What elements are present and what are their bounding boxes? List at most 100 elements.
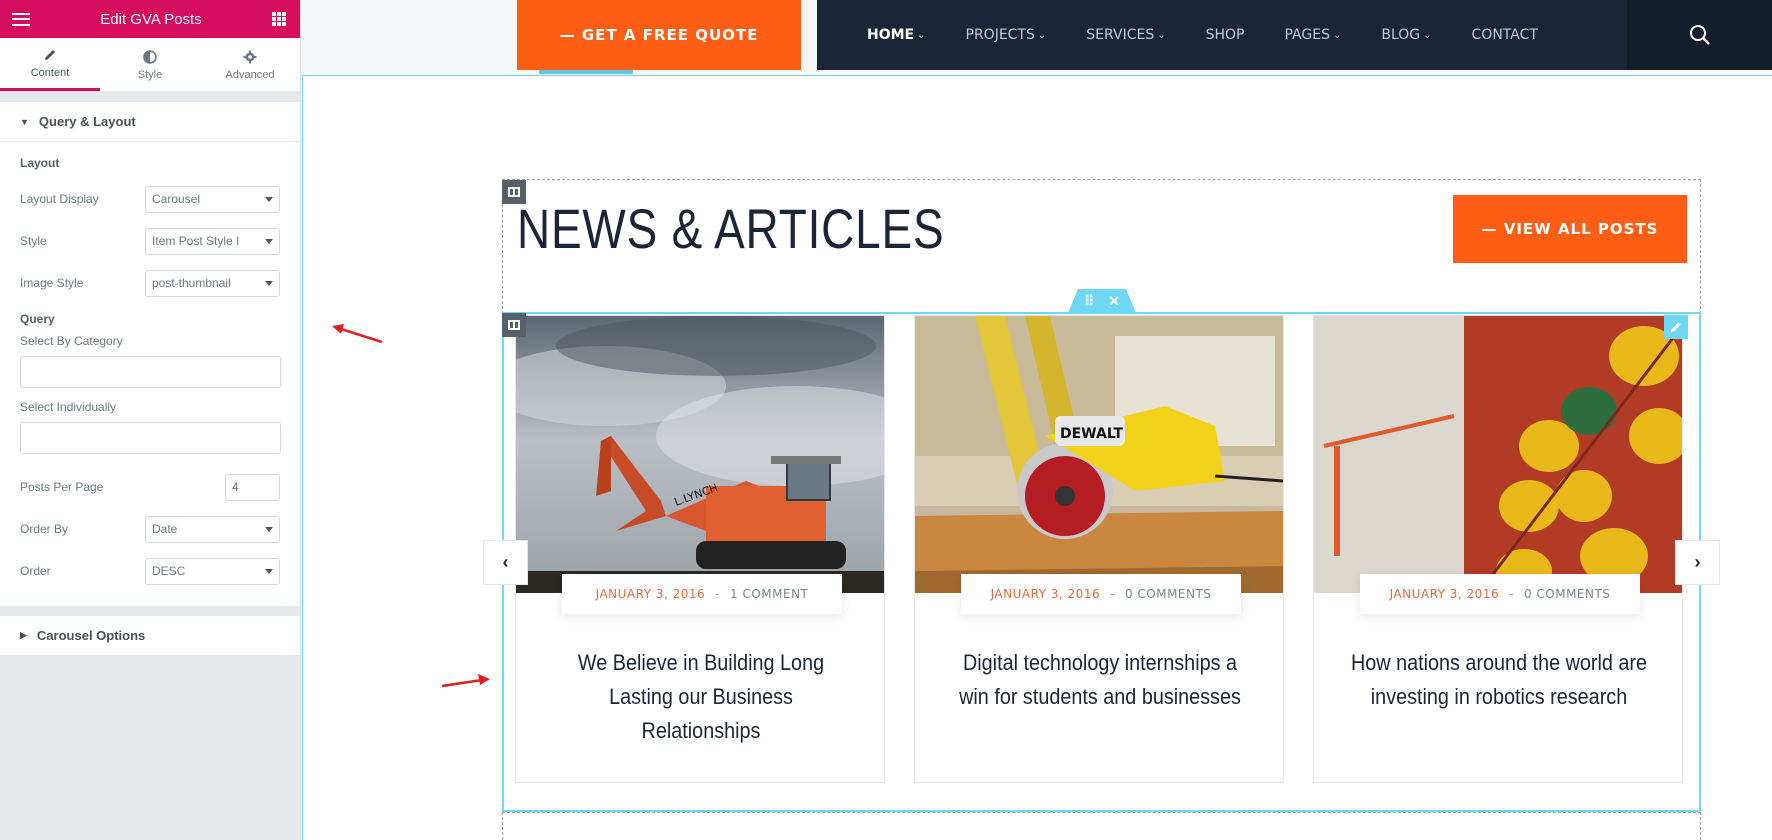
meta-separator: - xyxy=(715,587,720,601)
style-select[interactable]: Item Post Style I xyxy=(145,227,280,255)
order-by-control: Order By Date xyxy=(20,508,280,550)
nav-item-blog[interactable]: BLOG ⌄ xyxy=(1381,0,1431,70)
nav-item-pages[interactable]: PAGES ⌄ xyxy=(1285,0,1342,70)
post-date[interactable]: JANUARY 3, 2016 xyxy=(991,587,1101,601)
panel-tabs: Content Style Advanced xyxy=(0,38,300,92)
order-select[interactable]: DESC xyxy=(145,557,280,585)
post-comments[interactable]: 0 COMMENTS xyxy=(1524,587,1611,601)
nav-item-shop[interactable]: SHOP xyxy=(1206,0,1245,70)
order-by-select[interactable]: Date xyxy=(145,515,280,543)
layout-display-select[interactable]: Carousel xyxy=(145,185,280,213)
section-query-layout[interactable]: ▼ Query & Layout xyxy=(0,102,300,142)
nav-item-projects-label: PROJECTS xyxy=(965,27,1035,43)
edit-widget-button[interactable] xyxy=(1664,315,1688,339)
chevron-right-icon: › xyxy=(1694,552,1701,572)
nav-item-contact[interactable]: CONTACT xyxy=(1472,0,1538,70)
post-meta: JANUARY 3, 2016 - 1 COMMENT xyxy=(562,574,842,614)
meta-separator: - xyxy=(1110,587,1115,601)
panel-header: Edit GVA Posts xyxy=(0,0,300,38)
dropdown-arrow-icon xyxy=(265,568,273,574)
post-comments[interactable]: 1 COMMENT xyxy=(730,587,808,601)
chevron-down-icon: ⌄ xyxy=(1037,29,1047,41)
chevron-down-icon: ⌄ xyxy=(1423,29,1432,41)
gear-icon xyxy=(243,50,257,63)
chevron-left-icon: ‹ xyxy=(502,552,509,572)
select-individually-label: Select Individually xyxy=(20,400,117,414)
style-label: Style xyxy=(20,234,47,248)
tab-advanced-label: Advanced xyxy=(225,68,275,81)
section-carousel-options-title: Carousel Options xyxy=(36,628,146,643)
posts-per-page-control: Posts Per Page 4 xyxy=(20,466,280,508)
query-layout-body: Layout Layout Display Carousel Style Ite… xyxy=(0,142,300,606)
hard-hats-image[interactable] xyxy=(1314,316,1682,593)
carousel-next-button[interactable]: › xyxy=(1675,540,1720,585)
post-date[interactable]: JANUARY 3, 2016 xyxy=(1390,587,1500,601)
nav-item-contact-label: CONTACT xyxy=(1471,27,1538,43)
post-meta: JANUARY 3, 2016 - 0 COMMENTS xyxy=(1360,574,1640,614)
circular-saw-image[interactable]: DEWALT xyxy=(915,316,1283,593)
widgets-grid-icon[interactable] xyxy=(272,12,286,26)
post-card[interactable]: DEWALT JANUARY 3, 2016 - 0 COMMENTS Digi… xyxy=(914,315,1284,783)
svg-text:DEWALT: DEWALT xyxy=(1060,426,1123,442)
annotation-arrow-icon xyxy=(441,674,490,688)
pencil-icon xyxy=(1670,322,1681,333)
excavator-image[interactable]: L.LYNCH xyxy=(516,316,884,593)
select-by-category-input[interactable] xyxy=(20,356,281,388)
section-handle[interactable]: ⠿ ✕ xyxy=(1068,289,1136,313)
post-title[interactable]: How nations around the world are investi… xyxy=(1351,646,1648,714)
image-style-value: post-thumbnail xyxy=(152,276,231,290)
nav-item-services[interactable]: SERVICES ⌄ xyxy=(1086,0,1165,70)
nav-item-home[interactable]: HOME ⌄ xyxy=(867,0,926,70)
caret-down-icon: ▼ xyxy=(20,116,29,127)
search-button[interactable] xyxy=(1627,0,1772,70)
view-all-posts-button[interactable]: — VIEW ALL POSTS xyxy=(1453,195,1687,263)
select-individually-input[interactable] xyxy=(20,422,281,454)
nav-item-home-label: HOME xyxy=(867,27,915,43)
image-style-select[interactable]: post-thumbnail xyxy=(145,269,280,297)
post-card[interactable]: L.LYNCH JANUARY 3, 2016 - 1 COMMENT We B… xyxy=(515,315,885,783)
layout-display-control: Layout Display Carousel xyxy=(20,178,280,220)
panel-title: Edit GVA Posts xyxy=(100,10,202,28)
nav-item-projects[interactable]: PROJECTS ⌄ xyxy=(966,0,1047,70)
drag-handle-icon[interactable]: ⠿ xyxy=(1084,293,1094,310)
posts-per-page-input[interactable]: 4 xyxy=(225,473,280,501)
post-date[interactable]: JANUARY 3, 2016 xyxy=(596,587,706,601)
chevron-down-icon: ⌄ xyxy=(1157,29,1166,41)
section-carousel-options[interactable]: ▶ Carousel Options xyxy=(0,616,300,656)
post-title[interactable]: We Believe in Building Long Lasting our … xyxy=(553,646,850,748)
nav-item-services-label: SERVICES xyxy=(1086,27,1155,43)
dropdown-arrow-icon xyxy=(265,526,273,532)
column-handle[interactable] xyxy=(502,313,526,337)
image-style-control: Image Style post-thumbnail xyxy=(20,262,280,304)
dropdown-arrow-icon xyxy=(265,196,273,202)
nav-active-indicator xyxy=(539,70,633,74)
tab-content[interactable]: Content xyxy=(0,38,100,91)
image-style-label: Image Style xyxy=(20,276,84,290)
annotation-arrow-icon xyxy=(332,324,383,344)
post-meta: JANUARY 3, 2016 - 0 COMMENTS xyxy=(961,574,1241,614)
dropdown-arrow-icon xyxy=(265,238,273,244)
order-control: Order DESC xyxy=(20,550,280,592)
tab-content-label: Content xyxy=(30,67,70,79)
post-comments[interactable]: 0 COMMENTS xyxy=(1125,587,1212,601)
layout-group-label: Layout xyxy=(20,156,60,170)
dropdown-arrow-icon xyxy=(265,280,273,286)
post-card[interactable]: JANUARY 3, 2016 - 0 COMMENTS How nations… xyxy=(1313,315,1683,783)
search-icon xyxy=(1689,25,1710,45)
post-title[interactable]: Digital technology internships a win for… xyxy=(952,646,1249,714)
query-group-label: Query xyxy=(20,312,55,326)
get-a-free-quote-button[interactable]: — GET A FREE QUOTE xyxy=(517,0,801,70)
main-navigation: HOME ⌄ PROJECTS ⌄ SERVICES ⌄ SHOP PAGES ⌄ BL… xyxy=(817,0,1772,70)
caret-right-icon: ▶ xyxy=(20,630,27,640)
column-outline-bottom xyxy=(502,812,1701,813)
carousel-prev-button[interactable]: ‹ xyxy=(483,540,528,585)
tab-style[interactable]: Style xyxy=(100,38,200,91)
close-icon[interactable]: ✕ xyxy=(1108,293,1120,310)
nav-item-blog-label: BLOG xyxy=(1381,27,1421,43)
page-preview: — GET A FREE QUOTE HOME ⌄ PROJECTS ⌄ SERVI… xyxy=(302,0,1772,840)
tab-advanced[interactable]: Advanced xyxy=(200,38,300,91)
menu-icon[interactable] xyxy=(12,12,30,26)
editor-panel: Edit GVA Posts Content Style Advanced ▼ … xyxy=(0,0,301,840)
chevron-down-icon: ⌄ xyxy=(917,29,926,41)
layout-display-label: Layout Display xyxy=(20,192,99,206)
